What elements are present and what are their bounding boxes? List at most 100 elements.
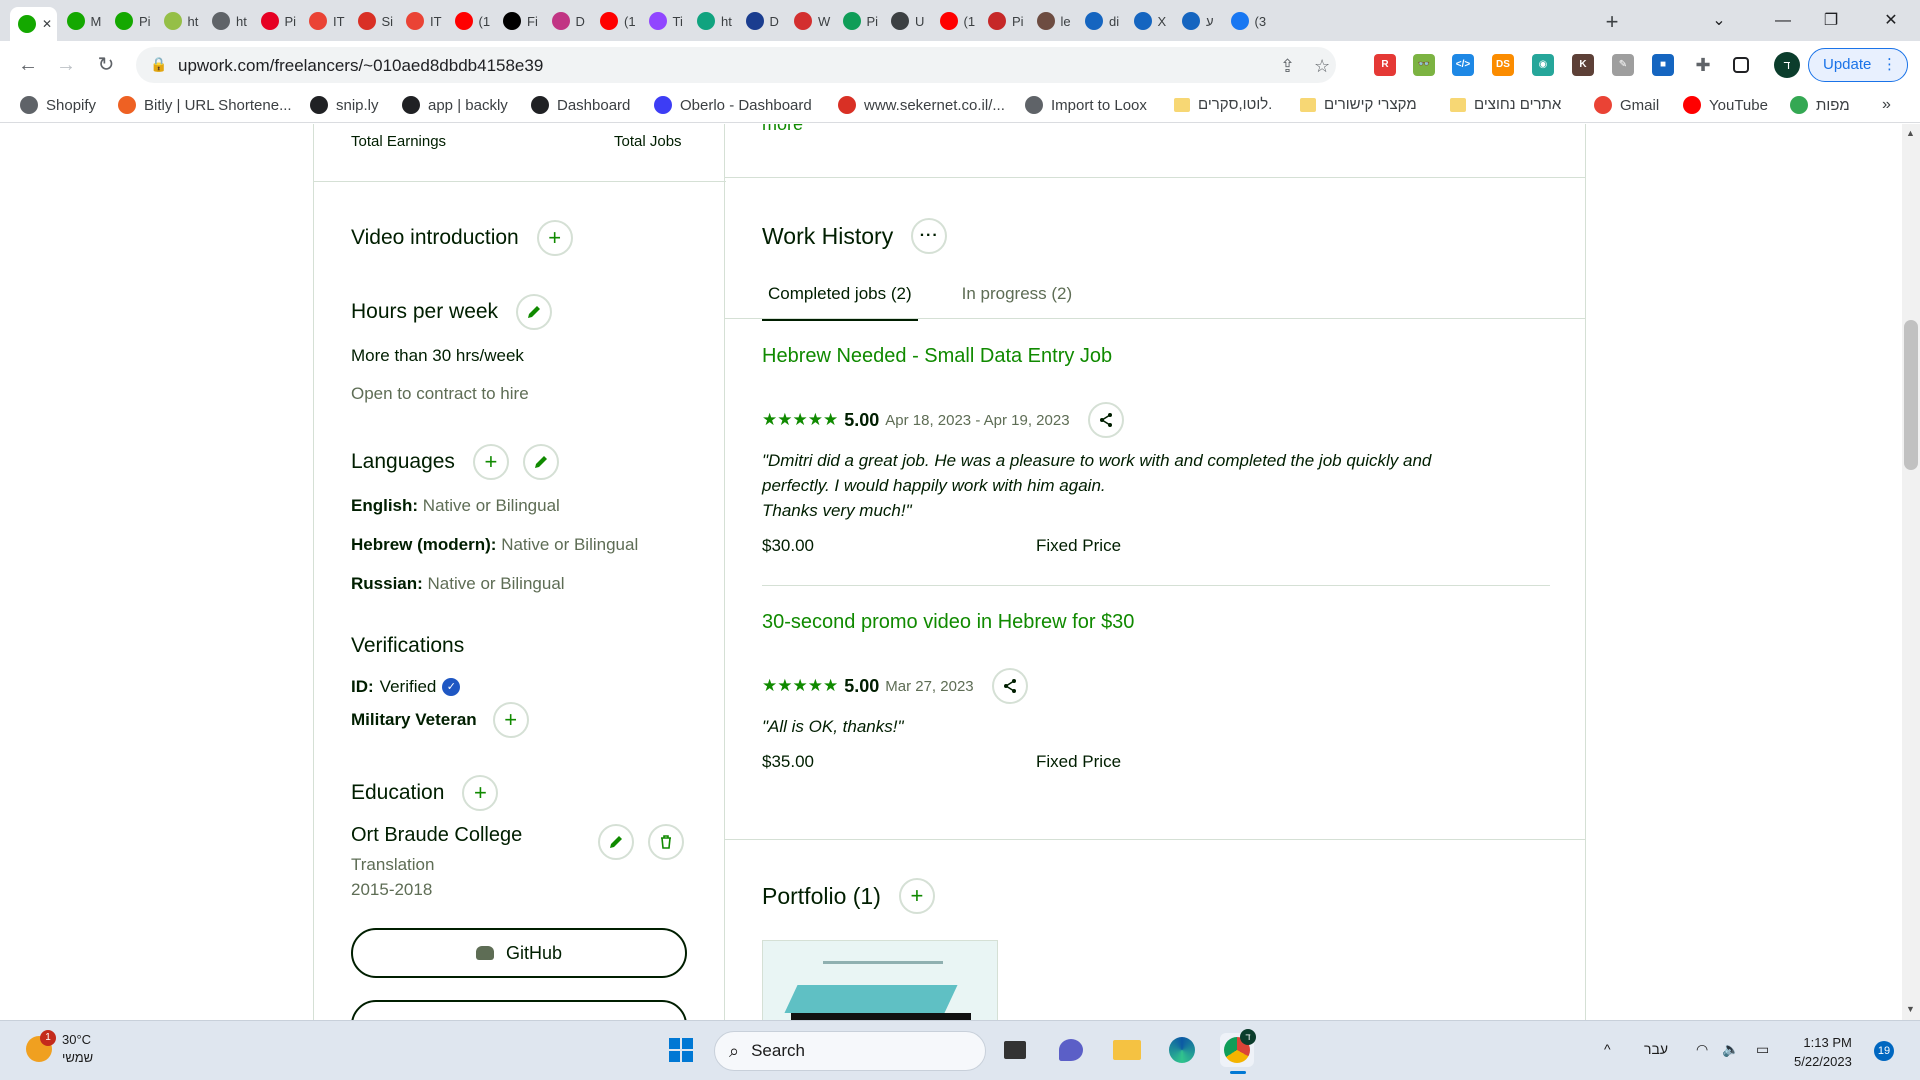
teal-extension-icon[interactable]: ◉ — [1532, 54, 1554, 76]
bookmark-item[interactable]: לוטו,סקרים. — [1174, 96, 1272, 113]
forward-icon[interactable]: → — [52, 51, 80, 79]
url-text[interactable]: upwork.com/freelancers/~010aed8dbdb4158e… — [178, 56, 543, 76]
browser-tab[interactable]: M — [59, 7, 106, 35]
address-bar[interactable]: 🔒 upwork.com/freelancers/~010aed8dbdb415… — [136, 47, 1336, 83]
add-education-button[interactable]: + — [462, 775, 499, 811]
tab-in-progress[interactable]: In progress (2) — [956, 284, 1079, 321]
browser-tab[interactable]: (1 — [592, 7, 639, 35]
code-extension-icon[interactable]: </> — [1452, 54, 1474, 76]
bookmarks-overflow-icon[interactable]: » — [1882, 96, 1891, 114]
bookmark-item[interactable]: אתרים נחוצים — [1450, 96, 1561, 113]
glasses-extension-icon[interactable]: 👓 — [1413, 54, 1435, 76]
file-explorer-icon[interactable] — [1110, 1033, 1144, 1067]
page-scrollbar[interactable]: ▲ ▼ — [1902, 124, 1920, 1020]
share-job-button[interactable] — [991, 668, 1028, 704]
lock-icon[interactable]: 🔒 — [150, 56, 167, 73]
browser-tab[interactable]: Pi — [980, 7, 1027, 35]
bookmark-item[interactable]: Dashboard — [531, 96, 630, 114]
browser-tab[interactable]: W — [786, 7, 833, 35]
more-options-icon[interactable]: ··· — [911, 218, 948, 254]
teams-chat-icon[interactable] — [1054, 1033, 1088, 1067]
weather-widget[interactable]: 1 30°C שמשי — [26, 1030, 93, 1067]
bookmark-item[interactable]: www.sekernet.co.il/... — [838, 96, 1005, 114]
add-language-button[interactable]: + — [472, 444, 509, 480]
github-button[interactable]: GitHub — [351, 928, 687, 978]
browser-tab[interactable]: IT — [301, 7, 348, 35]
scroll-down-icon[interactable]: ▼ — [1906, 1004, 1915, 1014]
taskbar-search[interactable]: ⌕ Search — [714, 1031, 986, 1071]
browser-tab[interactable]: Pi — [835, 7, 882, 35]
add-portfolio-button[interactable]: + — [898, 878, 935, 914]
scrollbar-thumb[interactable] — [1904, 320, 1918, 470]
system-clock[interactable]: 1:13 PM 5/22/2023 — [1794, 1033, 1852, 1071]
ds-extension-icon[interactable]: DS — [1492, 54, 1514, 76]
input-language[interactable]: עבר — [1644, 1041, 1668, 1057]
profile-avatar[interactable]: ד — [1774, 52, 1800, 78]
browser-tab[interactable]: le — [1029, 7, 1076, 35]
scroll-up-icon[interactable]: ▲ — [1906, 128, 1915, 138]
browser-tab[interactable]: Pi — [253, 7, 300, 35]
browser-tab[interactable]: di — [1077, 7, 1124, 35]
update-button[interactable]: Update ⋮ — [1808, 48, 1908, 82]
tab-completed-jobs[interactable]: Completed jobs (2) — [762, 284, 918, 321]
new-tab-button[interactable]: + — [1598, 9, 1626, 37]
portfolio-thumbnail[interactable] — [762, 940, 998, 1020]
job-title-link[interactable]: Hebrew Needed - Small Data Entry Job — [762, 345, 1112, 368]
delete-education-button[interactable] — [648, 824, 684, 860]
browser-tab[interactable]: ht — [689, 7, 736, 35]
browser-tab[interactable]: U — [883, 7, 930, 35]
start-icon[interactable] — [664, 1033, 698, 1067]
browser-tab[interactable]: (1 — [447, 7, 494, 35]
notification-badge[interactable]: 19 — [1874, 1041, 1894, 1061]
minimize-icon[interactable]: — — [1760, 8, 1806, 34]
edit-hours-button[interactable] — [516, 294, 553, 330]
browser-tab[interactable]: ע — [1174, 7, 1221, 35]
bookmark-star-icon[interactable]: ☆ — [1314, 56, 1330, 77]
bookmark-item[interactable]: snip.ly — [310, 96, 379, 114]
bookmark-item[interactable]: Bitly | URL Shortene... — [118, 96, 292, 114]
bookmark-item[interactable]: Gmail — [1594, 96, 1659, 114]
chrome-icon[interactable]: ד — [1220, 1029, 1256, 1074]
browser-tab[interactable]: ht — [156, 7, 203, 35]
bookmark-item[interactable]: app | backly — [402, 96, 508, 114]
bookmark-item[interactable]: Shopify — [20, 96, 96, 114]
browser-tab[interactable]: IT — [398, 7, 445, 35]
back-icon[interactable]: ← — [14, 51, 42, 79]
bookmark-item[interactable]: מפות — [1790, 96, 1850, 114]
share-icon[interactable]: ⇪ — [1280, 56, 1295, 77]
browser-tab[interactable]: Pi — [107, 7, 154, 35]
browser-tab[interactable]: Ti — [641, 7, 688, 35]
bookmark-item[interactable]: Oberlo - Dashboard — [654, 96, 812, 114]
browser-tab[interactable]: (3 — [1223, 7, 1270, 35]
battery-icon[interactable]: ▭ — [1756, 1041, 1769, 1058]
browser-tab[interactable]: D — [544, 7, 591, 35]
browser-tab[interactable]: (1 — [932, 7, 979, 35]
restore-icon[interactable]: ❐ — [1808, 8, 1854, 34]
close-window-icon[interactable]: ✕ — [1868, 8, 1914, 34]
wifi-icon[interactable]: ◠ — [1696, 1041, 1708, 1058]
close-tab-icon[interactable]: ✕ — [42, 17, 52, 31]
share-job-button[interactable] — [1087, 402, 1124, 438]
job-title-link[interactable]: 30-second promo video in Hebrew for $30 — [762, 611, 1134, 634]
tab-search-icon[interactable]: ⌄ — [1696, 8, 1742, 34]
edit-languages-button[interactable] — [522, 444, 559, 480]
bookmark-item[interactable]: מקצרי קישורים — [1300, 96, 1417, 113]
volume-icon[interactable]: 🔈 — [1722, 1041, 1739, 1058]
browser-tab[interactable]: D — [738, 7, 785, 35]
kebab-menu-icon[interactable]: ⋮ — [1882, 49, 1897, 81]
eraser-extension-icon[interactable]: ✎ — [1612, 54, 1634, 76]
k-extension-icon[interactable]: K — [1572, 54, 1594, 76]
browser-tab[interactable]: ✕ — [10, 7, 57, 41]
reload-icon[interactable]: ↻ — [92, 51, 120, 79]
square-extension-icon[interactable]: ■ — [1652, 54, 1674, 76]
browser-tab[interactable]: ht — [204, 7, 251, 35]
bookmark-item[interactable]: Import to Loox — [1025, 96, 1147, 114]
browser-tab[interactable]: X — [1126, 7, 1173, 35]
browser-tab[interactable]: Si — [350, 7, 397, 35]
r-extension-icon[interactable]: R — [1374, 54, 1396, 76]
more-link[interactable]: more — [762, 124, 803, 135]
bookmark-item[interactable]: YouTube — [1683, 96, 1768, 114]
partial-button[interactable] — [351, 1000, 687, 1020]
browser-tab[interactable]: Fi — [495, 7, 542, 35]
edit-education-button[interactable] — [598, 824, 634, 860]
